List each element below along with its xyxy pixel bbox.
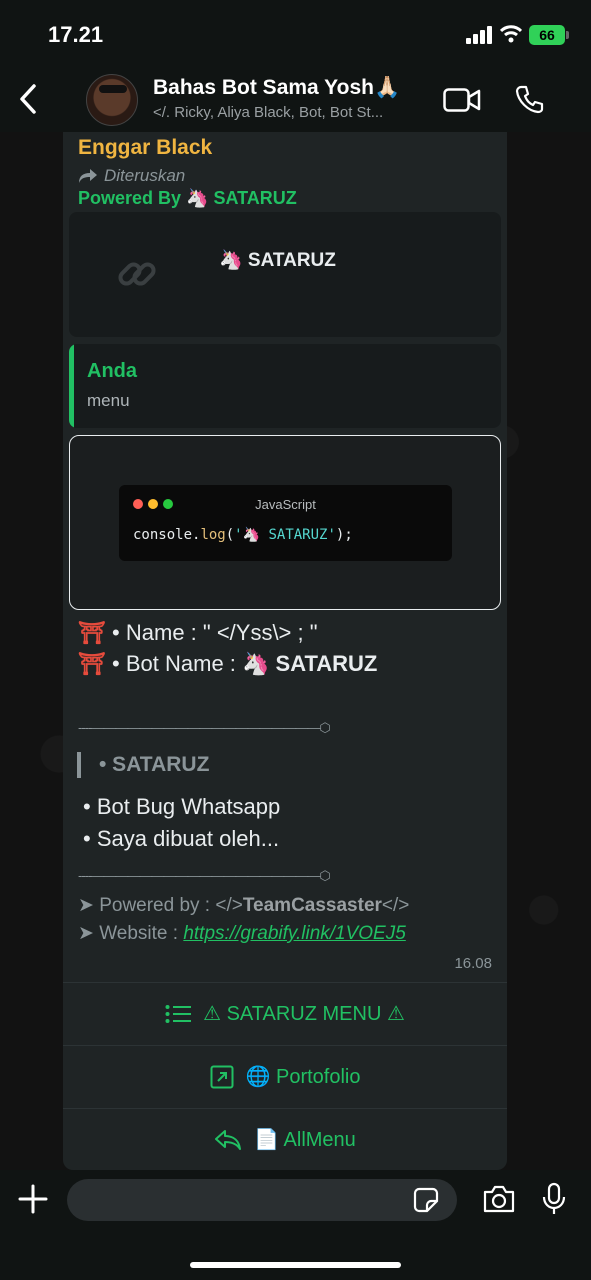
section-title: • SATARUZ — [99, 753, 210, 776]
powered-by-line: ➤ Powered by : </>TeamCassaster</> — [78, 895, 410, 916]
chat-header: Bahas Bot Sama Yosh🙏🏻 </. Ricky, Aliya B… — [0, 66, 591, 132]
link-preview-title: 🦄 SATARUZ — [219, 250, 336, 271]
section-bar — [77, 752, 81, 778]
input-bar — [0, 1170, 591, 1280]
code-line: console.log('🦄 SATARUZ'); — [133, 527, 353, 543]
camera-icon[interactable] — [482, 1184, 516, 1214]
button-label: 📄 AllMenu — [254, 1129, 356, 1151]
message-input[interactable] — [67, 1179, 457, 1221]
video-call-icon[interactable] — [443, 88, 481, 112]
signal-icon — [466, 26, 492, 44]
code-window: JavaScript console.log('🦄 SATARUZ'); — [119, 485, 452, 561]
chat-title[interactable]: Bahas Bot Sama Yosh🙏🏻 — [153, 76, 400, 100]
quoted-message[interactable]: Anda menu — [69, 344, 501, 428]
plus-icon[interactable] — [18, 1184, 48, 1214]
quote-author: Anda — [87, 360, 137, 382]
link-icon — [118, 262, 156, 286]
section-heading: • SATARUZ — [77, 752, 209, 778]
website-link[interactable]: https://grabify.link/1VOEJ5 — [183, 923, 405, 944]
code-image[interactable]: JavaScript console.log('🦄 SATARUZ'); — [69, 435, 501, 610]
website-line: ➤ Website : https://grabify.link/1VOEJ5 — [78, 923, 406, 944]
powered-by-header: Powered By 🦄 SATARUZ — [78, 188, 297, 208]
button-label: ⚠ SATARUZ MENU ⚠ — [203, 1003, 405, 1025]
status-bar: 17.21 66 — [0, 0, 591, 66]
torii-icon: ⛩ — [78, 651, 106, 676]
sender-name[interactable]: Enggar Black — [78, 136, 212, 160]
button-label: 🌐 Portofolio — [245, 1066, 361, 1088]
forward-icon — [79, 169, 97, 183]
portofolio-button[interactable]: 🌐 Portofolio — [63, 1045, 507, 1107]
torii-icon: ⛩ — [78, 620, 106, 645]
sataruz-menu-button[interactable]: ⚠ SATARUZ MENU ⚠ — [63, 982, 507, 1044]
status-time: 17.21 — [48, 22, 104, 47]
external-link-icon — [210, 1065, 234, 1088]
back-icon[interactable] — [14, 80, 44, 118]
code-language: JavaScript — [255, 497, 316, 512]
battery-indicator: 66 — [529, 25, 569, 45]
message-bubble[interactable]: Enggar Black Diteruskan Powered By 🦄 SAT… — [63, 132, 507, 1170]
info-bot-name: ⛩ • Bot Name : 🦄 SATARUZ — [78, 651, 378, 676]
list-item: • Bot Bug Whatsapp — [83, 794, 281, 819]
divider-line: ----———————————————————⬡ — [78, 720, 331, 735]
forwarded-text: Diteruskan — [104, 166, 186, 185]
list-icon — [165, 1004, 192, 1023]
link-preview-card[interactable]: 🦄 SATARUZ — [69, 212, 501, 337]
list-item: • Saya dibuat oleh... — [83, 826, 280, 851]
allmenu-button[interactable]: 📄 AllMenu — [63, 1108, 507, 1170]
phone-call-icon[interactable] — [515, 84, 545, 114]
quote-accent-bar — [69, 344, 74, 428]
reply-icon — [215, 1129, 242, 1150]
home-indicator — [190, 1262, 401, 1268]
chat-participants[interactable]: </. Ricky, Aliya Black, Bot, Bot St... — [153, 104, 383, 121]
sticker-icon[interactable] — [413, 1187, 439, 1213]
quote-text: menu — [87, 391, 130, 410]
forwarded-label: Diteruskan — [78, 166, 185, 186]
avatar[interactable] — [86, 74, 138, 126]
info-name: ⛩ • Name : " </Yss\> ; " — [78, 620, 318, 645]
divider-line: ----———————————————————⬡ — [78, 868, 331, 883]
microphone-icon[interactable] — [541, 1182, 567, 1216]
wifi-icon — [500, 25, 522, 43]
message-time: 16.08 — [454, 955, 492, 972]
